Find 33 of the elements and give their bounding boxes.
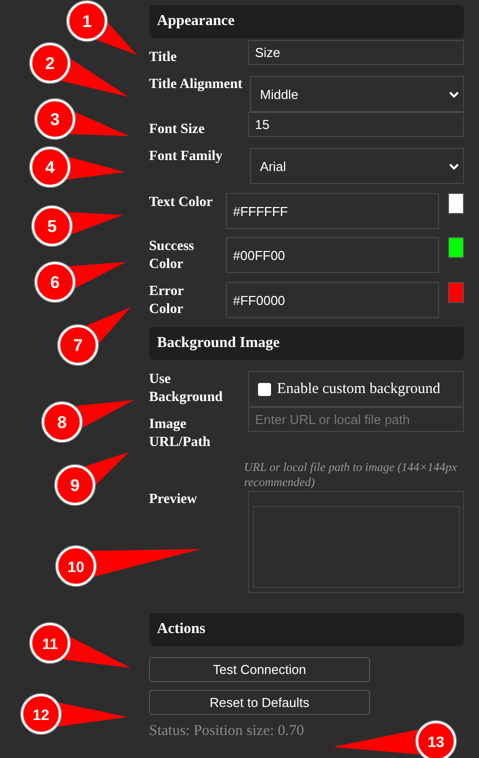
- section-header: Actions: [149, 613, 464, 646]
- status-text: Status: Position size: 0.70: [149, 723, 306, 740]
- field-label: Text Color: [149, 194, 214, 212]
- input-field[interactable]: Enter URL or local file path: [248, 407, 464, 432]
- color-swatch[interactable]: [448, 193, 464, 214]
- field-label: Title Alignment: [149, 76, 244, 94]
- action-button[interactable]: Reset to Defaults: [149, 690, 370, 715]
- dropdown[interactable]: Arial: [250, 148, 464, 184]
- dropdown[interactable]: Middle: [250, 76, 464, 112]
- input-field[interactable]: #FF0000: [226, 282, 439, 318]
- checkbox-label[interactable]: Enable custom background: [277, 380, 440, 398]
- action-button[interactable]: Test Connection: [149, 657, 370, 682]
- hint-text: URL or local file path to image (144×144px recommended): [244, 460, 458, 490]
- field-label: Success Color: [149, 238, 196, 274]
- input-field[interactable]: Size: [248, 40, 464, 65]
- field-label: Use Background: [149, 371, 224, 407]
- chevron-icon: [449, 162, 459, 170]
- field-label: Preview: [149, 491, 198, 509]
- field-label: Error Color: [149, 283, 184, 319]
- field-label: Font Size: [149, 121, 206, 139]
- input-field[interactable]: #00FF00: [226, 237, 439, 273]
- input-field[interactable]: 15: [248, 112, 464, 137]
- color-swatch[interactable]: [448, 282, 464, 303]
- field-label: Title: [149, 49, 178, 67]
- field-label: Font Family: [149, 148, 224, 166]
- chevron-icon: [449, 90, 459, 98]
- section-header: Appearance: [149, 5, 464, 38]
- section-header: Background Image: [149, 327, 464, 360]
- field-label: Image URL/Path: [149, 416, 212, 452]
- color-swatch[interactable]: [448, 237, 464, 258]
- checkbox-field[interactable]: Enable custom background: [248, 371, 464, 407]
- input-field[interactable]: #FFFFFF: [226, 193, 439, 229]
- checkbox[interactable]: [258, 382, 271, 396]
